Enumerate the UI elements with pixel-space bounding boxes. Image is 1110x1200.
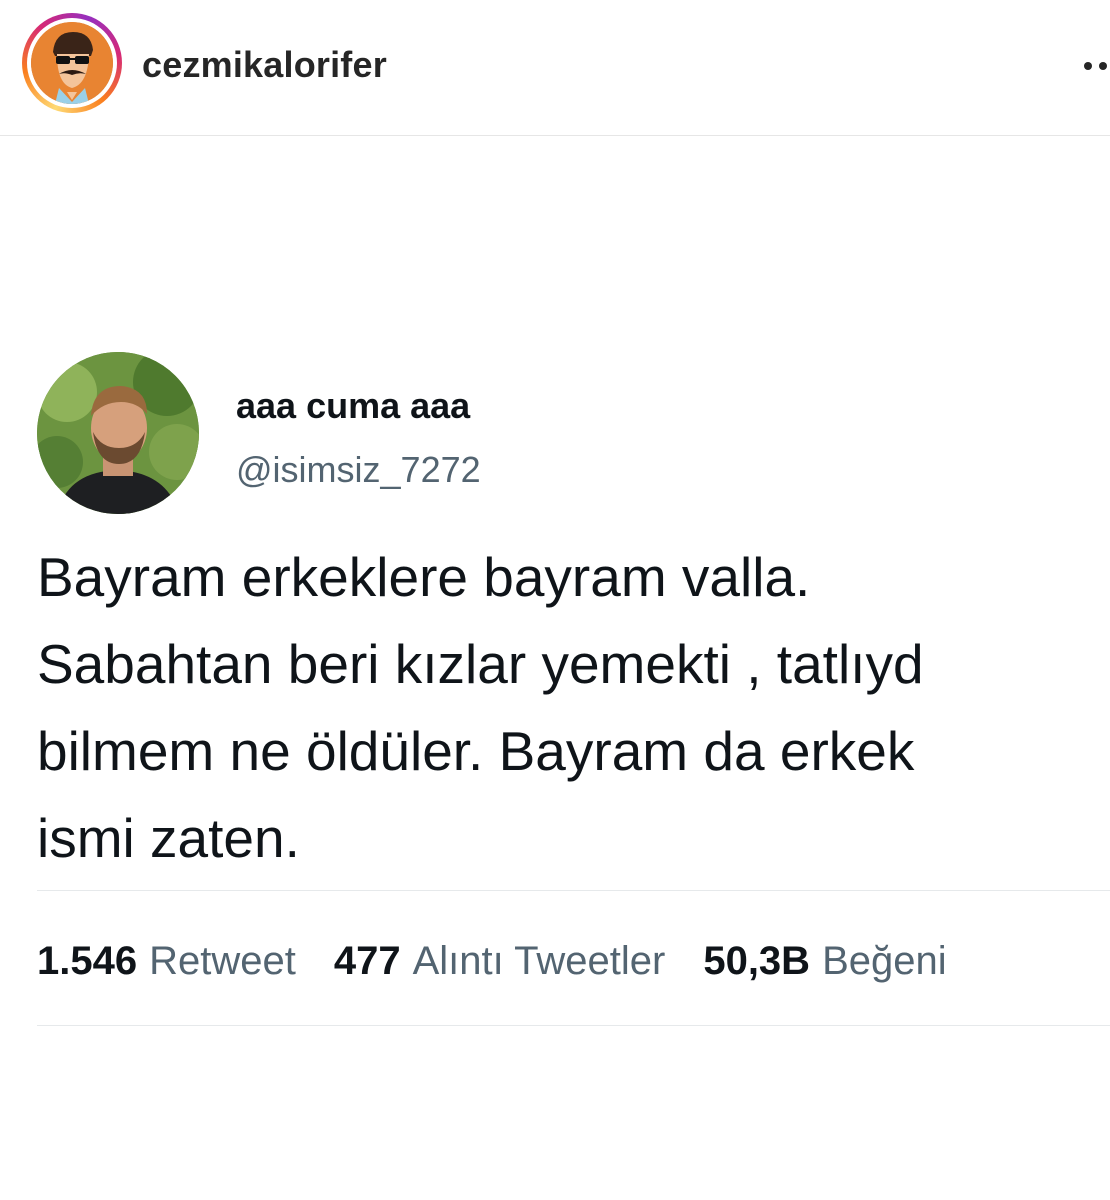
divider — [37, 890, 1110, 891]
tweet-text-line: ismi zaten. — [37, 807, 300, 869]
tweet-text: Bayram erkeklere bayram valla. Sabahtan … — [37, 534, 1110, 882]
tweet-handle[interactable]: @isimsiz_7272 — [236, 450, 481, 490]
retweet-label: Retweet — [149, 939, 296, 983]
tweet-text-line: bilmem ne öldüler. Bayram da erkek — [37, 720, 915, 782]
story-ring[interactable] — [22, 13, 122, 113]
avatar-illustration — [31, 22, 113, 104]
quote-label: Alıntı Tweetler — [412, 939, 666, 983]
profile-photo-man-beard-icon[interactable] — [37, 352, 199, 514]
dot — [1084, 62, 1092, 70]
post-header: cezmikalorifer — [0, 0, 1110, 136]
divider — [37, 1025, 1110, 1026]
profile-photo-illustration — [37, 352, 199, 514]
quote-tweet-count[interactable]: 477 Alıntı Tweetler — [334, 936, 665, 986]
post-username[interactable]: cezmikalorifer — [142, 45, 387, 85]
cartoon-man-sunglasses-avatar-icon[interactable] — [31, 22, 113, 104]
tweet-stats: 1.546 Retweet 477 Alıntı Tweetler 50,3B … — [37, 936, 947, 986]
like-value: 50,3B — [703, 939, 811, 983]
quote-value: 477 — [333, 939, 401, 983]
like-count[interactable]: 50,3B Beğeni — [703, 936, 946, 986]
tweet-text-line: Sabahtan beri kızlar yemekti , tatlıyd — [37, 633, 924, 695]
retweet-value: 1.546 — [37, 939, 138, 983]
tweet-display-name[interactable]: aaa cuma aaa — [236, 386, 470, 426]
retweet-count[interactable]: 1.546 Retweet — [37, 936, 296, 986]
dot — [1099, 62, 1107, 70]
tweet-text-line: Bayram erkeklere bayram valla. — [37, 546, 811, 608]
like-label: Beğeni — [822, 939, 947, 983]
more-options-icon[interactable] — [1084, 56, 1107, 76]
